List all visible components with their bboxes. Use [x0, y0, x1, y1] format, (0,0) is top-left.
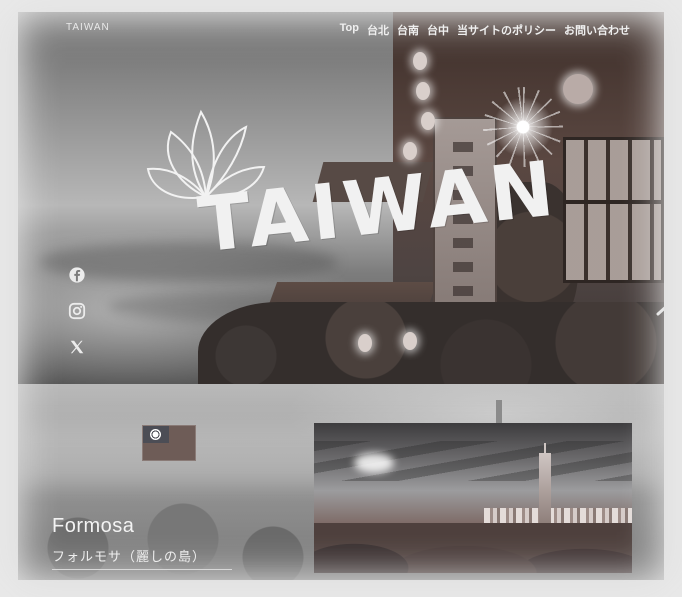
hero-window — [563, 137, 664, 283]
lantern — [358, 334, 372, 352]
instagram-icon[interactable] — [68, 302, 86, 320]
nav-item-contact[interactable]: お問い合わせ — [564, 22, 630, 38]
site-logo[interactable]: TAIWAN — [146, 107, 562, 270]
sun-icon — [150, 429, 161, 440]
nav-item-taichung[interactable]: 台中 — [427, 22, 449, 38]
nav-item-taipei[interactable]: 台北 — [367, 22, 389, 38]
hero-banner: TAIWAN — [18, 12, 664, 384]
divider — [52, 569, 232, 570]
background-tower — [496, 400, 502, 424]
main-nav: Top 台北 台南 台中 当サイトのポリシー お問い合わせ — [340, 22, 630, 38]
hero-foliage — [198, 302, 664, 384]
social-links — [68, 266, 86, 356]
lantern — [563, 74, 593, 104]
lantern — [403, 332, 417, 350]
chevron-up-icon[interactable] — [654, 300, 664, 320]
x-icon[interactable] — [68, 338, 86, 356]
nav-item-policy[interactable]: 当サイトのポリシー — [457, 22, 556, 38]
taiwan-flag — [142, 425, 196, 461]
taipei-101-tower — [539, 443, 551, 523]
taipei-skyline-photo — [314, 423, 632, 573]
lantern — [416, 82, 430, 100]
nav-item-tainan[interactable]: 台南 — [397, 22, 419, 38]
section-subtitle: フォルモサ（麗しの島） — [52, 549, 207, 564]
intro-section: Formosa フォルモサ（麗しの島） — [18, 384, 664, 580]
section-title: Formosa — [52, 515, 135, 537]
nav-item-top[interactable]: Top — [340, 22, 359, 38]
site-title[interactable]: TAIWAN — [66, 22, 110, 33]
photo-sun — [354, 453, 394, 473]
lantern — [413, 52, 427, 70]
facebook-icon[interactable] — [68, 266, 86, 284]
photo-hills — [314, 523, 632, 573]
